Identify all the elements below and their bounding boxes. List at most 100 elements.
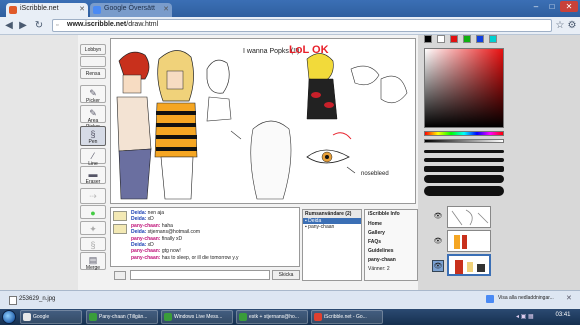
download-bar: 253629_n.jpg Visa alla nedladdningar... …: [0, 290, 580, 308]
brush-size-3[interactable]: [424, 166, 504, 172]
close-tab-icon[interactable]: ✕: [79, 5, 85, 13]
iscribble-favicon-icon: [9, 6, 17, 14]
pen-tool[interactable]: § Pen: [80, 126, 106, 146]
layer-visibility-eye-icon[interactable]: 👁: [432, 236, 444, 248]
taskbar-item[interactable]: Google: [20, 310, 82, 324]
close-window-button[interactable]: ✕: [560, 1, 578, 12]
bookmark-star-icon[interactable]: ☆: [554, 20, 566, 32]
user-item-pany-chaan[interactable]: ▪ pany-chaan: [303, 224, 361, 230]
hue-slider[interactable]: [424, 131, 504, 136]
send-button[interactable]: Skicka: [272, 270, 300, 280]
settings-button[interactable]: [80, 56, 106, 67]
layer-1-thumbnail[interactable]: [447, 206, 491, 228]
blank-tool-1[interactable]: ⇢: [80, 188, 106, 204]
chat-text: haha: [161, 222, 173, 229]
close-download-bar-icon[interactable]: ✕: [566, 294, 572, 302]
layer-2-thumbnail[interactable]: [447, 230, 491, 252]
taskbar-item[interactable]: Windows Live Mess...: [161, 310, 233, 324]
pen-icon: §: [90, 129, 96, 139]
taskbar-item-label: Pany-chaan (Tillgän...: [99, 314, 148, 320]
squiggle-icon: §: [90, 240, 96, 250]
show-all-downloads-link[interactable]: Visa alla nedladdningar...: [498, 295, 554, 301]
layer-visibility-eye-icon[interactable]: 👁: [432, 211, 444, 223]
windows-taskbar: Google Pany-chaan (Tillgän... Windows Live…: [0, 309, 580, 325]
app-icon: [314, 313, 322, 321]
clear-button[interactable]: Rensa: [80, 68, 106, 79]
eraser-tool[interactable]: ▬ Eraser: [80, 166, 106, 185]
page-icon: ▫: [56, 22, 59, 29]
taskbar-item[interactable]: iScribble.net - Go...: [311, 310, 383, 324]
google-favicon-icon: [93, 6, 101, 14]
drawing-canvas[interactable]: I wanna Popks (!!) LoL OK nosebleed: [110, 38, 416, 204]
blank-tool-2[interactable]: ●: [80, 205, 106, 219]
merge-tool[interactable]: ▤ Merge: [80, 252, 106, 271]
reload-icon[interactable]: ↻: [33, 20, 45, 32]
chat-text: has to sleep, or ill die tomorrow y.y: [161, 254, 239, 261]
forward-icon[interactable]: ▶: [17, 20, 29, 32]
tray-icons[interactable]: ◂ ▣ ▦: [516, 313, 534, 320]
swatch-cyan[interactable]: [489, 35, 497, 43]
picker-tool[interactable]: ✎ Picker: [80, 85, 106, 104]
room-users-header: Rumsanvändare (2): [303, 210, 361, 218]
swatch-red[interactable]: [450, 35, 458, 43]
area-picker-tool[interactable]: ✎ Area Picker: [80, 105, 106, 130]
minimize-button[interactable]: –: [528, 1, 544, 12]
blank-tool-4[interactable]: §: [80, 237, 106, 251]
chat-input-field[interactable]: [131, 271, 269, 279]
area-eyedropper-icon: ✎: [89, 108, 97, 118]
system-clock[interactable]: 03:41: [548, 312, 578, 318]
layer-3-thumbnail[interactable]: [447, 254, 491, 276]
cloud-mark: [311, 92, 321, 98]
info-link-profile[interactable]: pany-chaan: [368, 256, 414, 265]
line-tool[interactable]: ⁄ Line: [80, 148, 106, 167]
brush-size-1[interactable]: [424, 150, 504, 153]
back-icon[interactable]: ◀: [3, 20, 15, 32]
app-icon: [89, 313, 97, 321]
info-link-home[interactable]: Home: [368, 220, 414, 229]
drop-icon: ✦: [89, 224, 97, 234]
brush-size-5[interactable]: [424, 186, 504, 196]
info-link-gallery[interactable]: Gallery: [368, 229, 414, 238]
grayscale-slider[interactable]: [424, 139, 504, 143]
chat-log[interactable]: Deida: nen aja Deida: xD pany-chaan: haha D…: [110, 207, 300, 267]
swatch-black[interactable]: [424, 35, 432, 43]
iscribble-info-panel: iScribble Info Home Gallery FAQs Guideli…: [364, 209, 418, 281]
chat-input[interactable]: [130, 270, 270, 280]
taskbar-item[interactable]: estk + stjernans@ho...: [236, 310, 308, 324]
face-shape: [166, 70, 184, 90]
scribble-shape: [350, 65, 380, 86]
close-tab-icon[interactable]: ✕: [163, 5, 169, 13]
start-orb-icon[interactable]: [2, 310, 16, 324]
color-picker-gradient[interactable]: [424, 48, 504, 128]
green-dot-icon: ●: [90, 208, 96, 218]
lobby-button[interactable]: Lobbyn: [80, 44, 106, 55]
grey-hair-girl: [250, 120, 292, 200]
swatch-white[interactable]: [437, 35, 445, 43]
maximize-button[interactable]: □: [544, 1, 560, 12]
tab-iscribble[interactable]: iScribble.net ✕: [6, 3, 88, 17]
layer-visibility-eye-icon[interactable]: 👁: [432, 260, 444, 272]
chat-nick: pany-chaan:: [131, 248, 161, 255]
chat-text: gtg now!: [161, 248, 181, 255]
chat-nick: Deida:: [131, 229, 147, 236]
address-bar[interactable]: ▫ www.iscribble.net/draw.html: [52, 19, 552, 32]
info-link-faqs[interactable]: FAQs: [368, 238, 414, 247]
chat-text: stjernans@hotmail.com: [147, 229, 200, 236]
chat-nick: Deida:: [131, 242, 147, 249]
info-link-guidelines[interactable]: Guidelines: [368, 247, 414, 256]
swatch-green[interactable]: [463, 35, 471, 43]
tab-google-translate[interactable]: Google Översätt ✕: [90, 3, 172, 17]
browser-toolbar: ◀ ▶ ↻ ▫ www.iscribble.net/draw.html ☆ ⚙: [0, 17, 580, 35]
download-item[interactable]: 253629_n.jpg: [5, 294, 125, 306]
swatch-blue[interactable]: [476, 35, 484, 43]
blank-tool-3[interactable]: ✦: [80, 221, 106, 235]
brush-size-2[interactable]: [424, 158, 504, 162]
eyedropper-icon: ✎: [89, 88, 97, 98]
taskbar-item[interactable]: Pany-chaan (Tillgän...: [86, 310, 158, 324]
chat-options-button[interactable]: [114, 271, 126, 280]
chat-avatar: [113, 224, 127, 234]
wrench-menu-icon[interactable]: ⚙: [566, 20, 578, 32]
eraser-icon: ▬: [88, 169, 98, 179]
app-icon: [164, 313, 172, 321]
brush-size-4[interactable]: [424, 175, 504, 183]
